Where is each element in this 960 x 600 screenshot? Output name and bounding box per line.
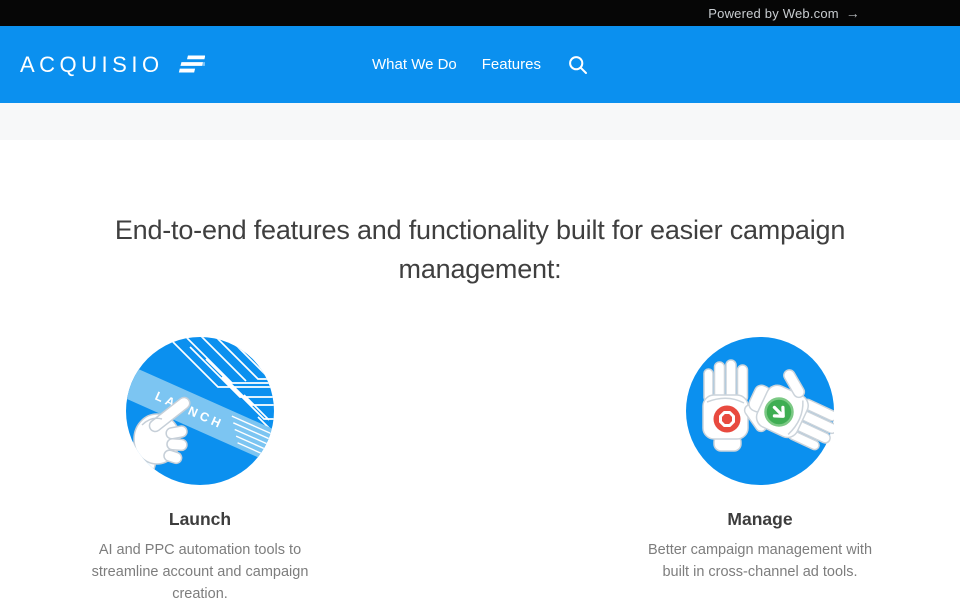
page-title: End-to-end features and functionality bu… <box>65 211 895 289</box>
feature-title-manage: Manage <box>727 509 792 530</box>
features-row: LAUNCH Launch AI and PPC automation t <box>0 289 960 600</box>
feature-title-launch: Launch <box>169 509 231 530</box>
search-button[interactable] <box>564 51 592 79</box>
feature-description-manage: Better campaign management with built in… <box>639 539 881 583</box>
sub-band <box>0 103 960 140</box>
feature-manage: Manage Better campaign management with b… <box>620 337 900 600</box>
powered-by-link[interactable]: Powered by Web.com → <box>708 5 860 21</box>
feature-description-launch: AI and PPC automation tools to streamlin… <box>79 539 321 600</box>
arrow-right-icon: → <box>846 5 860 21</box>
features-section: End-to-end features and functionality bu… <box>0 211 960 600</box>
page-title-line1: End-to-end features and functionality bu… <box>65 211 895 250</box>
nav-menu: What We Do Features <box>368 50 592 79</box>
powered-by-label: Powered by Web.com <box>708 6 839 21</box>
logo-wordmark: ACQUISIO <box>20 54 164 76</box>
manage-illustration-icon <box>686 337 834 485</box>
nav-link-what-we-do[interactable]: What We Do <box>368 50 461 79</box>
launch-illustration-icon: LAUNCH <box>126 337 274 485</box>
nav-link-features[interactable]: Features <box>478 50 545 79</box>
logo-bars-icon <box>173 54 205 75</box>
acquisio-logo[interactable]: ACQUISIO <box>20 26 205 103</box>
feature-launch: LAUNCH Launch AI and PPC automation t <box>60 337 340 600</box>
main-navbar: ACQUISIO What We Do Features <box>0 26 960 103</box>
search-icon <box>568 55 588 75</box>
powered-by-bar: Powered by Web.com → <box>0 0 960 26</box>
page-title-line2: management: <box>65 250 895 289</box>
